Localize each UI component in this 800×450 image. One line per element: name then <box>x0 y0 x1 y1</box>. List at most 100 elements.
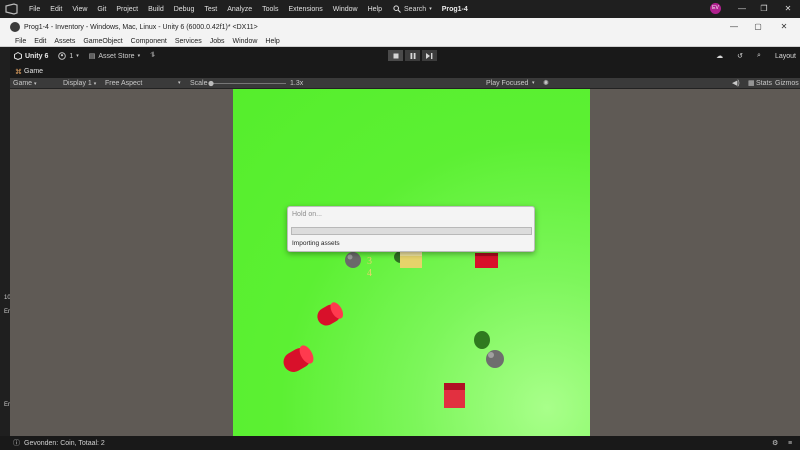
scene-objects: 3 4 <box>283 251 504 408</box>
unity-toolbar: Unity 6 1 ▾ ▤ Asset Store ▾ ⥮ ☁ ↺ ⌕ Layo… <box>10 47 800 65</box>
user-icon <box>58 52 67 60</box>
minimize-icon[interactable]: — <box>730 0 754 18</box>
window-title: Prog1-4 - Inventory - Windows, Mac, Linu… <box>24 23 258 31</box>
ball <box>345 252 361 268</box>
menu-file[interactable]: File <box>24 6 45 13</box>
close-icon[interactable]: ✕ <box>776 0 800 18</box>
game-view[interactable]: 3 4 <box>10 89 800 436</box>
minimize-icon[interactable]: — <box>722 18 746 36</box>
history-icon[interactable]: ↺ <box>737 52 743 60</box>
left-strip: 10 Er Er <box>0 47 11 437</box>
ball <box>486 350 504 368</box>
restore-icon[interactable]: ▢ <box>746 18 770 36</box>
menu-build[interactable]: Build <box>143 6 169 13</box>
visual-studio-logo-icon <box>5 3 18 15</box>
menu-analyze[interactable]: Analyze <box>222 6 257 13</box>
menu-help[interactable]: Help <box>261 38 283 45</box>
layout-dropdown[interactable]: Layout <box>775 53 796 60</box>
restore-icon[interactable]: ❐ <box>752 0 776 18</box>
cloud-icon[interactable]: ☁ <box>716 52 723 60</box>
menu-window[interactable]: Window <box>229 38 262 45</box>
red-capsule <box>317 302 344 326</box>
step-icon <box>426 52 433 59</box>
menu-jobs[interactable]: Jobs <box>206 38 229 45</box>
console-icon[interactable]: ≡ <box>788 440 792 447</box>
mode-dropdown[interactable]: Game ▾ <box>13 78 37 89</box>
close-icon[interactable]: ✕ <box>772 18 796 36</box>
gizmos-button[interactable]: Gizmos <box>775 78 799 89</box>
collab-count: 1 <box>69 52 74 60</box>
scale-value: 1.3x <box>290 80 304 87</box>
project-name: Prog1-4 <box>441 5 468 13</box>
toolbar-right: ☁ ↺ ⌕ Layout <box>716 47 796 65</box>
audio-icon[interactable]: ◀) <box>732 78 740 89</box>
mode-label: Game <box>13 80 33 87</box>
scale-slider[interactable] <box>208 78 288 89</box>
game-tab-bar: ⌘ Game <box>10 65 800 78</box>
stop-icon <box>393 53 398 58</box>
score-number: 3 <box>367 256 372 267</box>
dialog-message: Importing assets <box>292 240 340 247</box>
unity-logo-icon <box>14 52 22 60</box>
stats-button[interactable]: Stats <box>756 78 772 89</box>
asset-store-button[interactable]: ▤ Asset Store ▾ <box>88 52 141 61</box>
search-button[interactable]: Search ▾ <box>393 5 432 13</box>
account-button[interactable]: Unity 6 <box>14 52 48 60</box>
status-bar: ⓘ Gevonden: Coin, Totaal: 2 ⚙ ≡ <box>0 436 800 450</box>
score-number: 4 <box>367 268 372 279</box>
chevron-down-icon: ▾ <box>76 53 79 59</box>
menu-tools[interactable]: Tools <box>257 6 283 13</box>
pause-icon <box>410 52 415 59</box>
chevron-down-icon: ▾ <box>34 81 37 87</box>
display-dropdown[interactable]: Display 1 ▾ <box>63 78 96 89</box>
chevron-down-icon: ▾ <box>137 53 141 59</box>
search-icon <box>393 5 401 13</box>
menu-file[interactable]: File <box>0 38 30 45</box>
display-label: Display 1 <box>63 80 92 87</box>
menu-assets[interactable]: Assets <box>50 38 79 45</box>
menu-services[interactable]: Services <box>171 38 206 45</box>
branch-icon: ⥮ <box>150 52 156 59</box>
menu-component[interactable]: Component <box>127 38 171 45</box>
chevron-down-icon[interactable]: ▾ <box>178 78 181 89</box>
scale-slider-track[interactable] <box>208 78 288 89</box>
play-focused-dropdown[interactable]: Play Focused <box>486 78 528 89</box>
play-button[interactable] <box>388 50 403 61</box>
menu-project[interactable]: Project <box>111 6 143 13</box>
search-icon[interactable]: ⌕ <box>757 52 761 60</box>
tab-game-label: Game <box>24 68 44 75</box>
progress-dialog: Hold on... Importing assets <box>287 206 535 252</box>
menu-edit[interactable]: Edit <box>45 6 67 13</box>
version-control-button[interactable]: ⥮ <box>150 52 155 60</box>
store-icon: ▤ <box>88 53 96 60</box>
chevron-down-icon: ▾ <box>429 6 432 12</box>
menu-edit[interactable]: Edit <box>30 38 50 45</box>
menu-test[interactable]: Test <box>199 6 222 13</box>
play-controls <box>388 50 437 61</box>
pause-button[interactable] <box>405 50 420 61</box>
network-icon[interactable]: ⚙ <box>772 439 778 447</box>
play-focused-label: Play Focused <box>486 80 529 87</box>
game-view-toolbar: Game ▾ Display 1 ▾ Free Aspect ▾ Scale 1… <box>10 78 800 89</box>
menu-debug[interactable]: Debug <box>169 6 200 13</box>
menu-help[interactable]: Help <box>363 6 387 13</box>
account-label: Unity 6 <box>25 52 49 60</box>
grid-icon[interactable]: ▦ <box>748 78 755 89</box>
dialog-title: Hold on... <box>292 211 322 218</box>
menu-git[interactable]: Git <box>92 6 111 13</box>
tab-game[interactable]: ⌘ Game <box>15 68 43 76</box>
chevron-down-icon[interactable]: ▾ <box>532 78 535 89</box>
menu-gameobject[interactable]: GameObject <box>79 38 126 45</box>
aspect-dropdown[interactable]: Free Aspect <box>105 78 142 89</box>
step-button[interactable] <box>422 50 437 61</box>
unity-title-bar: Prog1-4 - Inventory - Windows, Mac, Linu… <box>0 18 800 36</box>
collab-button[interactable]: 1 ▾ <box>58 52 79 60</box>
avatar[interactable]: EV <box>710 3 721 14</box>
search-label: Search <box>404 5 427 13</box>
bug-icon[interactable]: ✺ <box>543 78 549 89</box>
menu-extensions[interactable]: Extensions <box>283 6 327 13</box>
menu-window[interactable]: Window <box>328 6 363 13</box>
status-text: Gevonden: Coin, Totaal: 2 <box>24 439 105 447</box>
ball-shadow <box>474 331 490 349</box>
menu-view[interactable]: View <box>67 6 92 13</box>
